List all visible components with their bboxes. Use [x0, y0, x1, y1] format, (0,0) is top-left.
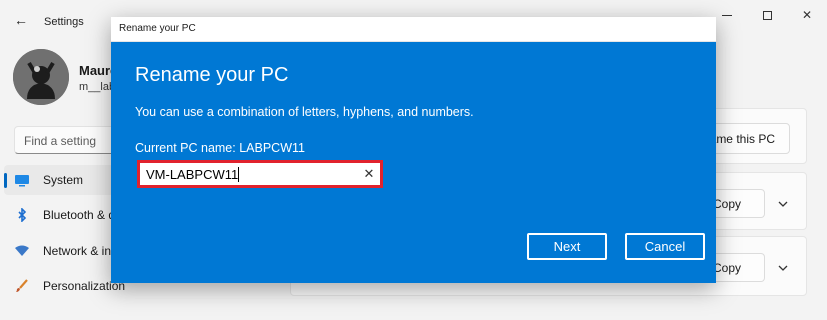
chevron-down-icon[interactable]: [776, 197, 790, 211]
window-controls: ✕: [707, 0, 827, 32]
sidebar-item-network[interactable]: Network & internet: [4, 236, 142, 266]
bluetooth-icon: [18, 208, 27, 222]
next-button[interactable]: Next: [527, 233, 607, 260]
minimize-icon: [722, 14, 732, 16]
pc-name-input[interactable]: [140, 163, 354, 185]
dialog-description: You can use a combination of letters, hy…: [135, 105, 474, 119]
chevron-down-icon[interactable]: [776, 261, 790, 275]
brush-icon: [16, 279, 28, 292]
close-button[interactable]: ✕: [787, 0, 827, 30]
cancel-button[interactable]: Cancel: [625, 233, 705, 260]
dialog-window-title: Rename your PC: [119, 23, 196, 34]
maximize-icon: [762, 10, 772, 20]
text-caret: [238, 167, 239, 182]
rename-pc-dialog: Rename your PC Rename your PC You can us…: [111, 17, 716, 283]
avatar-image: [13, 49, 69, 105]
maximize-button[interactable]: [747, 0, 787, 30]
back-arrow-icon[interactable]: ←: [14, 12, 28, 28]
sidebar-item-label: System: [43, 173, 84, 187]
sidebar-item-system[interactable]: System: [4, 165, 114, 195]
avatar[interactable]: [13, 49, 69, 105]
copy-label: Copy: [712, 197, 741, 211]
window-title: Settings: [44, 16, 84, 28]
clear-icon[interactable]: ✕: [363, 167, 375, 180]
dialog-heading: Rename your PC: [135, 64, 289, 86]
sidebar-item-bluetooth[interactable]: Bluetooth & devices: [4, 200, 149, 230]
user-email: m__lab: [79, 81, 116, 93]
pc-name-field: ✕: [137, 160, 383, 188]
wifi-icon: [15, 245, 29, 256]
copy-label: Copy: [712, 261, 741, 275]
monitor-icon: [15, 175, 29, 187]
sidebar-item-personalization[interactable]: Personalization: [4, 271, 125, 301]
dialog-titlebar: Rename your PC: [111, 17, 716, 42]
current-pc-name: Current PC name: LABPCW11: [135, 141, 305, 155]
search-placeholder: Find a setting: [24, 134, 97, 148]
close-icon: ✕: [801, 8, 813, 22]
selection-indicator: [4, 173, 7, 188]
